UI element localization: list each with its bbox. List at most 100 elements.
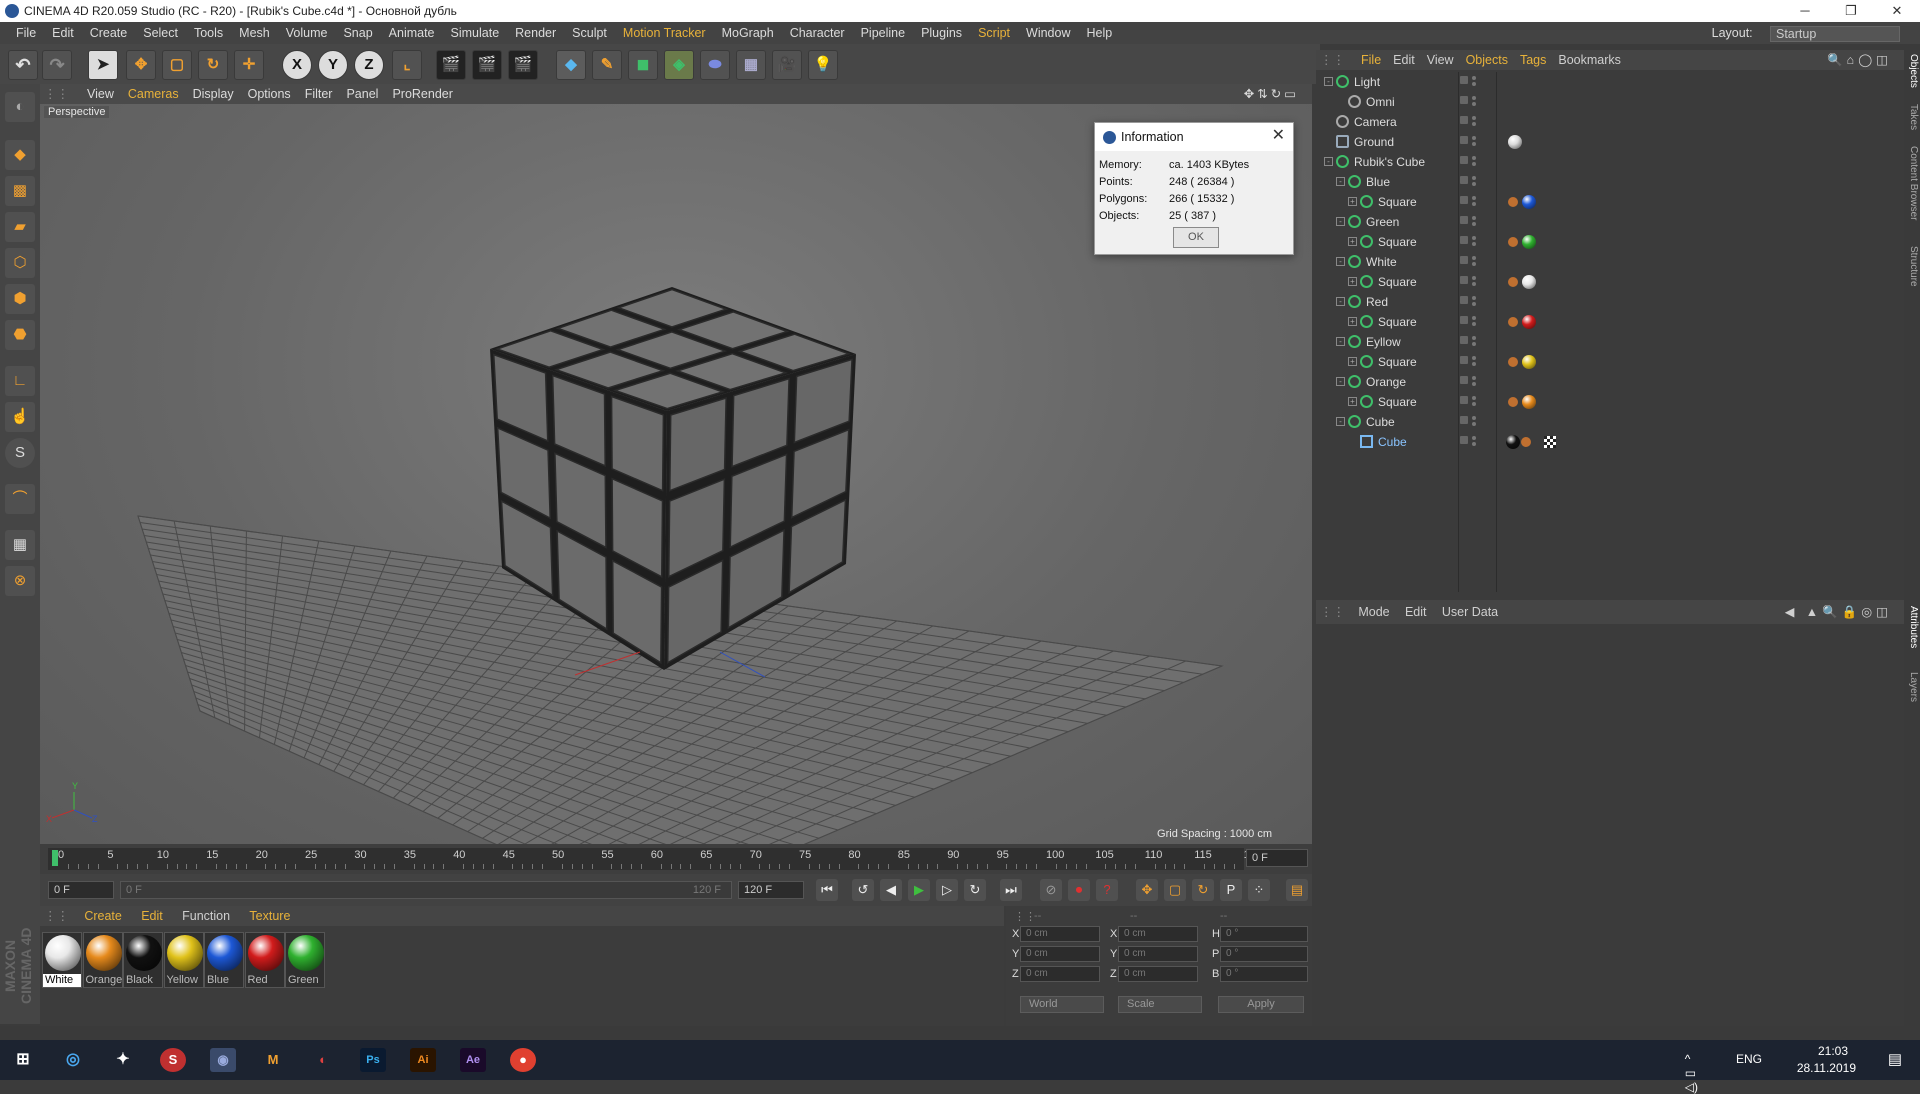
app-launcher-icon[interactable]: ✦	[110, 1048, 136, 1072]
object-name[interactable]: Camera	[1354, 112, 1397, 132]
redo-icon[interactable]: ↷	[42, 50, 72, 80]
object-row[interactable]: + Square	[1316, 392, 1904, 412]
record-keys-icon[interactable]: ⊘	[1040, 879, 1062, 901]
attr-menu-mode[interactable]: Mode	[1352, 600, 1395, 624]
viewport-menu-display[interactable]: Display	[186, 84, 241, 104]
play-icon[interactable]: ▶	[908, 879, 930, 901]
layout-selector[interactable]: Layout: Startup	[1704, 24, 1900, 42]
visibility-dots[interactable]	[1460, 436, 1478, 448]
object-name[interactable]: Cube	[1366, 412, 1395, 432]
tab-content-browser[interactable]: Content Browser	[1905, 146, 1919, 220]
visibility-dots[interactable]	[1460, 316, 1478, 328]
z-axis-lock-icon[interactable]: Z	[354, 50, 384, 80]
guide-snap-icon[interactable]: ⊗	[5, 566, 35, 596]
maximize-button[interactable]: ❐	[1828, 0, 1874, 22]
workplane-icon[interactable]: ▰	[5, 212, 35, 242]
tab-layers[interactable]: Layers	[1905, 672, 1919, 702]
object-row[interactable]: + Square	[1316, 352, 1904, 372]
material-menu-create[interactable]: Create	[76, 906, 130, 926]
menu-character[interactable]: Character	[782, 22, 853, 44]
visibility-dots[interactable]	[1460, 336, 1478, 348]
object-row[interactable]: Omni	[1316, 92, 1904, 112]
menu-create[interactable]: Create	[82, 22, 136, 44]
menu-window[interactable]: Window	[1018, 22, 1078, 44]
y-axis-lock-icon[interactable]: Y	[318, 50, 348, 80]
object-panel-tools[interactable]: 🔍⌂◯◫	[1821, 50, 1898, 70]
menu-plugins[interactable]: Plugins	[913, 22, 970, 44]
ok-button[interactable]: OK	[1173, 227, 1219, 248]
floor-icon[interactable]: ▦	[736, 50, 766, 80]
expand-toggle-icon[interactable]: -	[1336, 417, 1345, 426]
object-name[interactable]: Square	[1378, 312, 1417, 332]
object-row[interactable]: Camera	[1316, 112, 1904, 132]
make-editable-icon[interactable]: ◐	[5, 92, 35, 122]
object-menu-objects[interactable]: Objects	[1460, 50, 1514, 70]
material-tag-icon[interactable]	[1522, 315, 1536, 329]
material-tag-icon[interactable]	[1506, 435, 1520, 449]
attr-menu-user-data[interactable]: User Data	[1436, 600, 1504, 624]
illustrator-icon[interactable]: Ai	[410, 1048, 436, 1072]
after-effects-icon[interactable]: Ae	[460, 1048, 486, 1072]
move-tool-icon[interactable]: ✥	[126, 50, 156, 80]
edges-mode-icon[interactable]: ⬢	[5, 284, 35, 314]
object-row[interactable]: + Square	[1316, 192, 1904, 212]
next-key-icon[interactable]: ↻	[964, 879, 986, 901]
points-mode-icon[interactable]: ⬡	[5, 248, 35, 278]
object-menu-view[interactable]: View	[1421, 50, 1460, 70]
key-pla-icon[interactable]: ⁘	[1248, 879, 1270, 901]
key-position-icon[interactable]: ✥	[1136, 879, 1158, 901]
current-frame-field[interactable]: 0 F	[1246, 849, 1308, 867]
object-menu-edit[interactable]: Edit	[1387, 50, 1421, 70]
object-row[interactable]: - Green	[1316, 212, 1904, 232]
coord-input[interactable]: 0 °	[1220, 946, 1308, 962]
autokey-icon[interactable]: ⏺	[1068, 879, 1090, 901]
object-row[interactable]: - Rubik's Cube	[1316, 152, 1904, 172]
expand-toggle-icon[interactable]: +	[1348, 357, 1357, 366]
texture-tag-icon[interactable]	[1508, 277, 1518, 287]
object-row[interactable]: + Square	[1316, 312, 1904, 332]
material-green[interactable]: Green	[285, 932, 325, 988]
menu-sculpt[interactable]: Sculpt	[564, 22, 615, 44]
close-button[interactable]: ✕	[1874, 0, 1920, 22]
material-tag-icon[interactable]	[1522, 275, 1536, 289]
expand-toggle-icon[interactable]: -	[1336, 337, 1345, 346]
end-frame-field[interactable]: 120 F	[738, 881, 804, 899]
visibility-dots[interactable]	[1460, 176, 1478, 188]
render-settings-icon[interactable]: 🎬	[508, 50, 538, 80]
menu-snap[interactable]: Snap	[335, 22, 380, 44]
spline-pen-icon[interactable]: ✎	[592, 50, 622, 80]
visibility-dots[interactable]	[1460, 376, 1478, 388]
expand-toggle-icon[interactable]: -	[1336, 377, 1345, 386]
visibility-dots[interactable]	[1460, 96, 1478, 108]
tab-takes[interactable]: Takes	[1905, 104, 1919, 130]
timeline-ruler[interactable]: 0 5 10 15 20 25 30 35 40 45 50 55 60 65 70 75 80 85 90 95 10…	[48, 848, 1260, 870]
visibility-dots[interactable]	[1460, 196, 1478, 208]
material-tag-icon[interactable]	[1522, 195, 1536, 209]
checker-tag-icon[interactable]	[1544, 436, 1556, 448]
object-name[interactable]: Ground	[1354, 132, 1394, 152]
menu-help[interactable]: Help	[1078, 22, 1120, 44]
clock-time[interactable]: 21:03	[1818, 1044, 1848, 1058]
visibility-dots[interactable]	[1460, 296, 1478, 308]
object-name[interactable]: Light	[1354, 72, 1380, 92]
menu-edit[interactable]: Edit	[44, 22, 82, 44]
tab-attributes[interactable]: Attributes	[1905, 606, 1919, 648]
snap-magnet-icon[interactable]: ⌒	[5, 484, 35, 514]
material-yellow[interactable]: Yellow	[163, 932, 204, 988]
clock-date[interactable]: 28.11.2019	[1797, 1061, 1856, 1075]
menu-file[interactable]: File	[8, 22, 44, 44]
object-menu-file[interactable]: File	[1355, 50, 1387, 70]
menu-simulate[interactable]: Simulate	[443, 22, 508, 44]
visibility-dots[interactable]	[1460, 76, 1478, 88]
tray-icons[interactable]: ^ ▭ ◁)	[1685, 1052, 1698, 1094]
material-orange[interactable]: Orange	[82, 932, 123, 988]
visibility-dots[interactable]	[1460, 116, 1478, 128]
object-name[interactable]: Square	[1378, 392, 1417, 412]
object-name[interactable]: Square	[1378, 192, 1417, 212]
object-name[interactable]: Orange	[1366, 372, 1406, 392]
object-name[interactable]: Square	[1378, 232, 1417, 252]
material-white[interactable]: White	[42, 932, 82, 988]
key-scale-icon[interactable]: ▢	[1164, 879, 1186, 901]
texture-tag-icon[interactable]	[1508, 197, 1518, 207]
texture-tag-icon[interactable]	[1508, 317, 1518, 327]
